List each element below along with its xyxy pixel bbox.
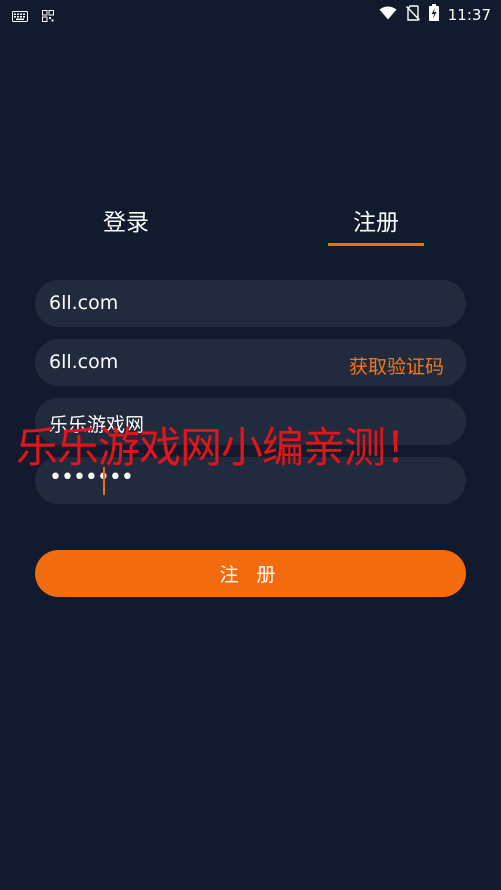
- tab-register[interactable]: 注册: [328, 203, 424, 237]
- account-field[interactable]: 6ll.com: [35, 280, 466, 327]
- account-value: 6ll.com: [49, 292, 119, 314]
- keyboard-icon: [12, 7, 28, 26]
- phone-value: 6ll.com: [49, 351, 119, 373]
- watermark-text: 乐乐游戏网小编亲测！: [16, 423, 427, 472]
- tab-register-indicator: [328, 243, 424, 246]
- no-sim-icon: [405, 4, 420, 25]
- phone-field[interactable]: 6ll.com 获取验证码: [35, 339, 466, 386]
- status-time: 11:37: [447, 5, 491, 24]
- register-screen: 11:37 登录 注册 6ll.com 6ll.com 获取验证码 乐乐游戏网 …: [0, 0, 501, 890]
- wifi-icon: [379, 5, 397, 24]
- tab-login[interactable]: 登录: [80, 203, 172, 237]
- register-button[interactable]: 注 册: [35, 550, 466, 597]
- qr-code-icon: [42, 7, 54, 26]
- battery-charging-icon: [428, 4, 439, 25]
- status-bar-left: [12, 7, 54, 26]
- get-code-button[interactable]: 获取验证码: [349, 352, 444, 379]
- status-bar: 11:37: [0, 0, 501, 28]
- status-bar-right: 11:37: [379, 4, 491, 25]
